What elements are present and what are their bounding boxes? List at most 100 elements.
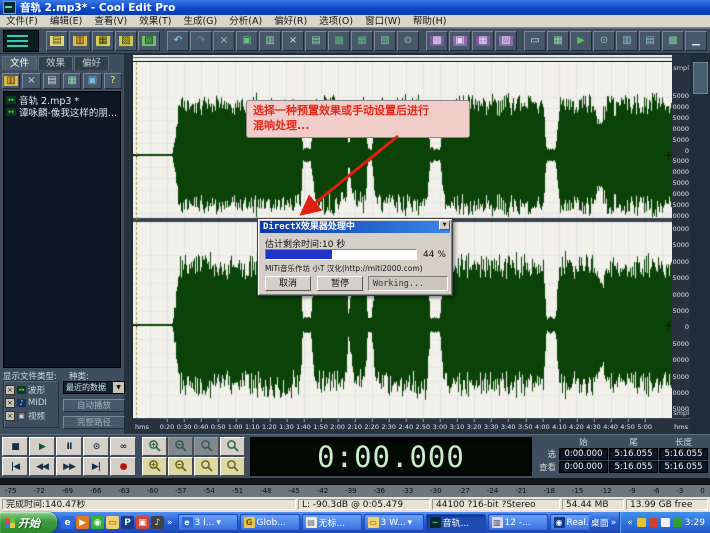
task-document[interactable]: ▥12 -... (488, 514, 548, 531)
menu-effects[interactable]: 效果(T) (133, 15, 177, 28)
media-import-button[interactable]: ▣ (83, 73, 101, 89)
multitrack-view-button[interactable]: ▦ (472, 31, 494, 51)
task-realplayer[interactable]: ◉Real... (550, 514, 589, 531)
record-button[interactable]: ● (110, 457, 136, 476)
chevron-left-icon[interactable]: « (626, 518, 634, 528)
tray-volume-icon[interactable] (661, 518, 670, 527)
phase-analysis-button[interactable]: ▩ (662, 31, 684, 51)
convert-sample-type-button[interactable]: ▣ (236, 31, 258, 51)
vertical-scrollbar[interactable] (690, 54, 710, 434)
chevron-right-icon[interactable]: » (166, 518, 174, 528)
go-to-start-button[interactable]: |◀ (2, 457, 28, 476)
task-notepad[interactable]: ▤无标... (302, 514, 362, 531)
full-paths-button[interactable]: 完整路径 (63, 416, 125, 429)
tray-lock-icon[interactable] (637, 518, 646, 527)
overview-scroll-strip[interactable] (133, 55, 672, 62)
desktop-toolbar[interactable]: 桌面 » (589, 516, 620, 529)
menu-analyze[interactable]: 分析(A) (223, 15, 268, 28)
pause-button[interactable]: 暂停 (317, 276, 363, 291)
file-info-button[interactable]: ▤ (43, 73, 61, 89)
winamp-icon[interactable]: ♪ (151, 516, 164, 529)
insert-playlist-button[interactable]: ▧ (374, 31, 396, 51)
redo-button[interactable]: ↷ (190, 31, 212, 51)
save-as-button[interactable]: ▨ (115, 31, 137, 51)
organizer-tab-effects[interactable]: 效果 (38, 56, 73, 70)
tray-antivirus-icon[interactable] (649, 518, 658, 527)
mix-paste-button[interactable]: ▩ (328, 31, 350, 51)
frequency-analysis-button[interactable]: ▥ (616, 31, 638, 51)
messenger-icon[interactable]: ◉ (91, 516, 104, 529)
organizer-tab-files[interactable]: 文件 (2, 56, 37, 70)
help-button[interactable]: ? (104, 73, 122, 89)
organizer-tab-favorites[interactable]: 偏好 (74, 56, 109, 70)
dialog-collapse-icon[interactable]: ▼ (439, 220, 450, 230)
close-file-button[interactable]: × (22, 73, 40, 89)
zoom-right-edge-button[interactable] (220, 457, 245, 476)
photoshop-icon[interactable]: P (121, 516, 134, 529)
go-to-end-button[interactable]: ▶| (83, 457, 109, 476)
file-list[interactable]: ↔音轨 2.mp3 *↔谭咏麟-像我这样的朋... (3, 91, 121, 368)
menu-window[interactable]: 窗口(W) (359, 15, 407, 28)
time-ruler[interactable]: hms hms 0:200:300:400:501:001:101:201:30… (133, 418, 690, 432)
paste-button[interactable]: ▤ (305, 31, 327, 51)
open-file-button[interactable]: ▥ (69, 31, 91, 51)
play-to-end-button[interactable]: ⊙ (83, 437, 109, 456)
cut-button[interactable]: × (282, 31, 304, 51)
preferences-button[interactable]: ▣ (449, 31, 471, 51)
cd-project-button[interactable]: ▨ (495, 31, 517, 51)
zoom-in-button[interactable] (142, 437, 167, 456)
ie-icon[interactable]: e (61, 516, 74, 529)
menu-favorites[interactable]: 偏好(R) (268, 15, 313, 28)
play-button[interactable]: ▶ (29, 437, 55, 456)
menu-view[interactable]: 查看(V) (88, 15, 133, 28)
file-list-item[interactable]: ↔谭咏麟-像我这样的朋... (6, 106, 118, 118)
checkbox-icon[interactable]: × (5, 411, 15, 421)
copy-button[interactable]: ▥ (259, 31, 281, 51)
menu-file[interactable]: 文件(F) (0, 15, 44, 28)
checkbox-icon[interactable]: × (5, 385, 15, 395)
scissors-button[interactable]: × (213, 31, 235, 51)
level-meter[interactable]: -75-72-69-66-63-60-57-54-51-48-45-42-39-… (0, 478, 710, 497)
menu-help[interactable]: 帮助(H) (407, 15, 453, 28)
scrollbar-thumb[interactable] (693, 62, 708, 94)
save-file-button[interactable]: ▦ (92, 31, 114, 51)
spectral-view-button[interactable]: ▦ (547, 31, 569, 51)
task-ie-group[interactable]: e3 I...▾ (178, 514, 238, 531)
fast-forward-button[interactable]: ▶▶ (56, 457, 82, 476)
menu-generate[interactable]: 生成(G) (177, 15, 223, 28)
zoom-out-button[interactable] (168, 437, 193, 456)
amplitude-statistics-button[interactable]: ▤ (639, 31, 661, 51)
save-copy-button[interactable]: ▧ (138, 31, 160, 51)
minimize-button[interactable]: ▁ (685, 31, 707, 51)
undo-button[interactable]: ↶ (167, 31, 189, 51)
task-cool-edit[interactable]: ~音轨... (426, 514, 486, 531)
chevron-right-icon[interactable]: » (610, 518, 618, 528)
task-glob-app[interactable]: GGlob... (240, 514, 300, 531)
auto-play-button[interactable]: 自动播放 (63, 399, 125, 412)
start-button[interactable]: 开始 (0, 512, 57, 533)
insert-multitrack-button[interactable]: ▦ (351, 31, 373, 51)
media-player-icon[interactable]: ▶ (76, 516, 89, 529)
menu-edit[interactable]: 编辑(E) (44, 15, 88, 28)
folder-icon[interactable]: ▭ (106, 516, 119, 529)
scan-button[interactable]: ⊙ (593, 31, 615, 51)
insert-to-multitrack-button[interactable]: ▦ (63, 73, 81, 89)
zoom-full-button[interactable] (194, 437, 219, 456)
tray-network-icon[interactable] (673, 518, 682, 527)
cancel-button[interactable]: 取消 (265, 276, 311, 291)
waveform-display-widget[interactable] (3, 30, 39, 52)
zoom-left-edge-button[interactable] (220, 437, 245, 456)
dialog-title[interactable]: DirectX效果器处理中 (260, 221, 450, 233)
menu-options[interactable]: 选项(O) (313, 15, 359, 28)
pause-button[interactable]: Ⅱ (56, 437, 82, 456)
acdsee-icon[interactable]: ▣ (136, 516, 149, 529)
amplitude-ruler[interactable]: smpl smpl 2500020000150001000050000-5000… (672, 62, 690, 418)
script-button[interactable]: ▩ (426, 31, 448, 51)
chevron-down-icon[interactable]: ▼ (113, 382, 124, 393)
open-file-button[interactable]: ▥ (2, 73, 20, 89)
sort-dropdown[interactable]: 最近的数据 ▼ (63, 381, 125, 394)
loop-play-button[interactable]: ∞ (110, 437, 136, 456)
zoom-in-horizontal-button[interactable] (142, 457, 167, 476)
zoom-selection-button[interactable] (194, 457, 219, 476)
waveform-view-button[interactable]: ▭ (524, 31, 546, 51)
